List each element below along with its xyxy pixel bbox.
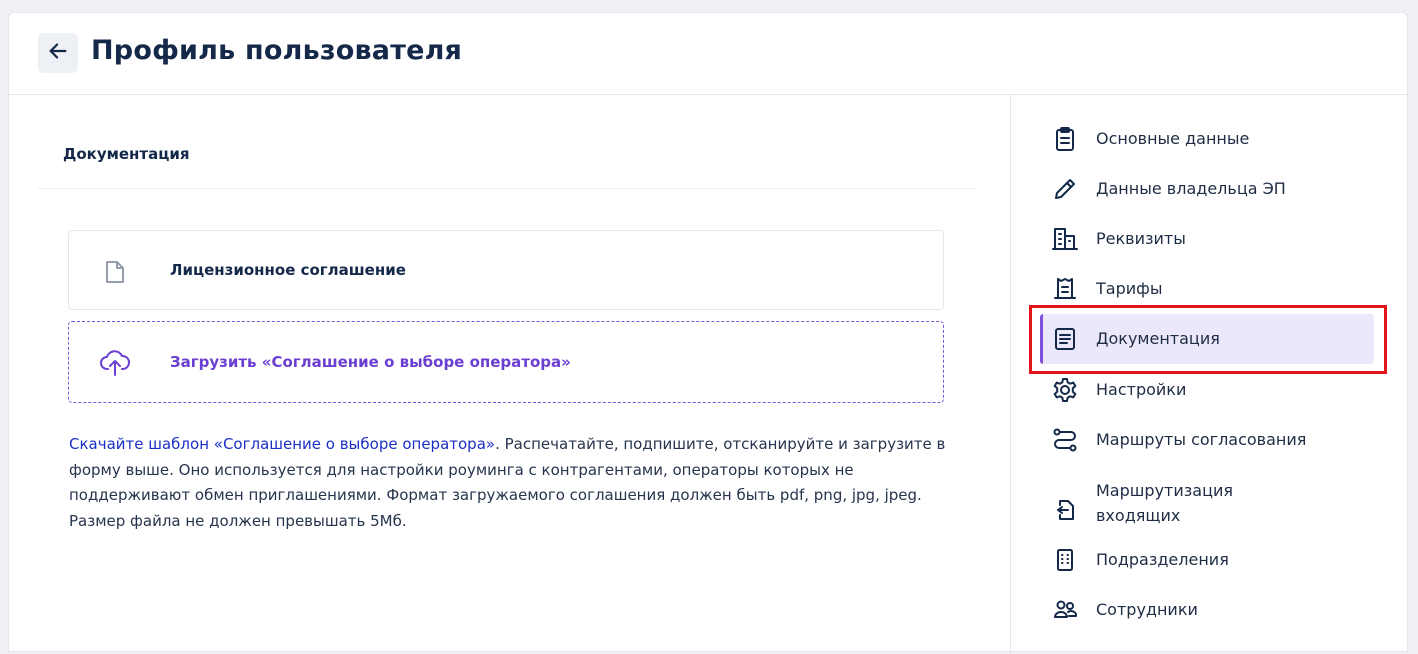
office-building-icon [1052,547,1078,573]
download-template-link[interactable]: Скачайте шаблон «Соглашение о выборе опе… [69,435,495,453]
sidebar-item-requisites[interactable]: Реквизиты [1040,214,1374,264]
sidebar-item-label: Данные владельца ЭП [1096,179,1286,198]
upload-agreement-button[interactable]: Загрузить «Соглашение о выборе оператора… [68,321,944,403]
users-icon [1052,597,1078,623]
gear-icon [1052,377,1078,403]
page-header: Профиль пользователя [9,13,1407,95]
sidebar-item-label: Маршруты согласования [1096,430,1307,449]
panel-divider [1010,94,1011,654]
back-button[interactable] [38,33,78,73]
building-icon [1052,226,1078,252]
route-icon [1052,427,1078,453]
sidebar-item-label: Тарифы [1096,279,1163,298]
sidebar-item-incoming-routing[interactable]: Маршрутизация входящих [1040,475,1374,535]
sidebar-item-label: Подразделения [1096,550,1229,569]
sidebar-item-label: Маршрутизация входящих [1096,481,1233,525]
arrow-left-icon [47,40,69,66]
upload-agreement-label: Загрузить «Соглашение о выборе оператора… [170,353,571,371]
sidebar-item-basic-data[interactable]: Основные данные [1040,114,1374,164]
file-icon [104,260,126,288]
pencil-icon [1052,176,1078,202]
license-agreement-item[interactable]: Лицензионное соглашение [68,230,944,310]
sidebar-item-label: Реквизиты [1096,229,1186,248]
sidebar-item-departments[interactable]: Подразделения [1040,535,1374,585]
sidebar-item-label: Сотрудники [1096,600,1198,619]
upload-hint: Скачайте шаблон «Соглашение о выборе опе… [69,432,949,534]
sidebar-item-approval-routes[interactable]: Маршруты согласования [1040,415,1374,465]
sidebar-item-employees[interactable]: Сотрудники [1040,585,1374,635]
cloud-upload-icon [100,349,130,381]
clipboard-icon [1052,126,1078,152]
sidebar-item-label: Настройки [1096,380,1187,399]
section-divider [38,188,975,189]
license-agreement-label: Лицензионное соглашение [170,261,406,279]
page-title: Профиль пользователя [91,35,463,66]
section-title: Документация [63,145,190,163]
sidebar-item-signature-owner[interactable]: Данные владельца ЭП [1040,164,1374,214]
receipt-icon [1052,276,1078,302]
highlight-annotation [1029,305,1387,374]
incoming-doc-icon [1052,497,1078,523]
sidebar-item-label: Основные данные [1096,129,1250,148]
